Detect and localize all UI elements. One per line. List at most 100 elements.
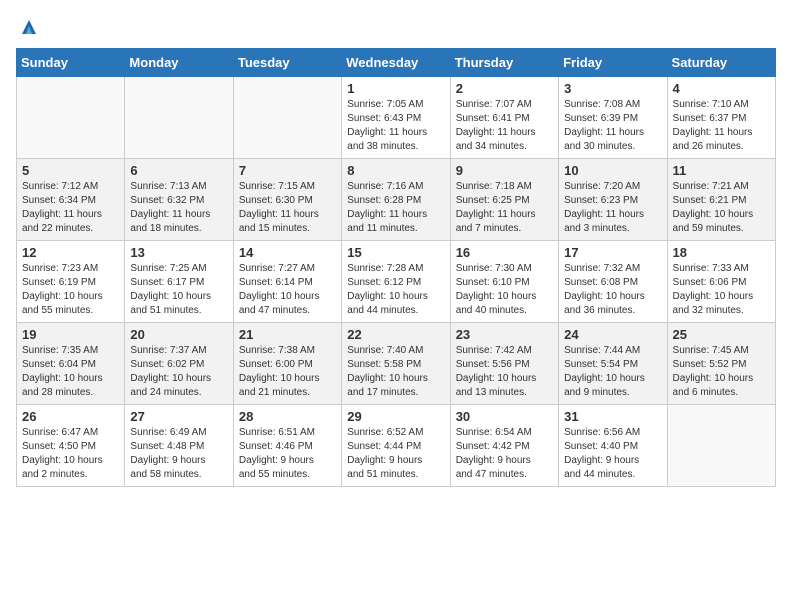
day-number: 6 xyxy=(130,163,227,178)
calendar-cell xyxy=(125,77,233,159)
day-number: 8 xyxy=(347,163,444,178)
day-info: Sunrise: 7:05 AM Sunset: 6:43 PM Dayligh… xyxy=(347,98,444,154)
day-number: 22 xyxy=(347,327,444,342)
calendar-cell: 18 Sunrise: 7:33 AM Sunset: 6:06 PM Dayli… xyxy=(667,241,775,323)
day-info: Sunrise: 7:45 AM Sunset: 5:52 PM Dayligh… xyxy=(673,344,770,400)
calendar-cell: 11 Sunrise: 7:21 AM Sunset: 6:21 PM Dayli… xyxy=(667,159,775,241)
day-info: Sunrise: 7:25 AM Sunset: 6:17 PM Dayligh… xyxy=(130,262,227,318)
calendar-cell: 28 Sunrise: 6:51 AM Sunset: 4:46 PM Dayli… xyxy=(233,405,341,487)
day-info: Sunrise: 7:18 AM Sunset: 6:25 PM Dayligh… xyxy=(456,180,553,236)
weekday-header-row: SundayMondayTuesdayWednesdayThursdayFrid… xyxy=(17,49,776,77)
calendar-cell: 23 Sunrise: 7:42 AM Sunset: 5:56 PM Dayli… xyxy=(450,323,558,405)
page-header xyxy=(16,16,776,38)
weekday-header-tuesday: Tuesday xyxy=(233,49,341,77)
day-info: Sunrise: 7:44 AM Sunset: 5:54 PM Dayligh… xyxy=(564,344,661,400)
day-info: Sunrise: 6:52 AM Sunset: 4:44 PM Dayligh… xyxy=(347,426,444,482)
day-info: Sunrise: 6:49 AM Sunset: 4:48 PM Dayligh… xyxy=(130,426,227,482)
day-info: Sunrise: 7:08 AM Sunset: 6:39 PM Dayligh… xyxy=(564,98,661,154)
day-number: 26 xyxy=(22,409,119,424)
week-row-3: 12 Sunrise: 7:23 AM Sunset: 6:19 PM Dayli… xyxy=(17,241,776,323)
weekday-header-thursday: Thursday xyxy=(450,49,558,77)
day-number: 15 xyxy=(347,245,444,260)
day-number: 19 xyxy=(22,327,119,342)
day-number: 28 xyxy=(239,409,336,424)
day-number: 18 xyxy=(673,245,770,260)
day-info: Sunrise: 7:32 AM Sunset: 6:08 PM Dayligh… xyxy=(564,262,661,318)
calendar-cell: 21 Sunrise: 7:38 AM Sunset: 6:00 PM Dayli… xyxy=(233,323,341,405)
calendar: SundayMondayTuesdayWednesdayThursdayFrid… xyxy=(16,48,776,487)
calendar-cell: 3 Sunrise: 7:08 AM Sunset: 6:39 PM Daylig… xyxy=(559,77,667,159)
calendar-cell: 5 Sunrise: 7:12 AM Sunset: 6:34 PM Daylig… xyxy=(17,159,125,241)
day-number: 4 xyxy=(673,81,770,96)
day-info: Sunrise: 7:38 AM Sunset: 6:00 PM Dayligh… xyxy=(239,344,336,400)
day-number: 30 xyxy=(456,409,553,424)
day-number: 2 xyxy=(456,81,553,96)
calendar-cell: 4Sunrise: 7:10 AM Sunset: 6:37 PM Daylig… xyxy=(667,77,775,159)
day-info: Sunrise: 7:16 AM Sunset: 6:28 PM Dayligh… xyxy=(347,180,444,236)
day-info: Sunrise: 7:20 AM Sunset: 6:23 PM Dayligh… xyxy=(564,180,661,236)
week-row-2: 5 Sunrise: 7:12 AM Sunset: 6:34 PM Daylig… xyxy=(17,159,776,241)
day-number: 1 xyxy=(347,81,444,96)
day-info: Sunrise: 7:21 AM Sunset: 6:21 PM Dayligh… xyxy=(673,180,770,236)
calendar-cell: 10 Sunrise: 7:20 AM Sunset: 6:23 PM Dayli… xyxy=(559,159,667,241)
calendar-cell: 22 Sunrise: 7:40 AM Sunset: 5:58 PM Dayli… xyxy=(342,323,450,405)
day-number: 23 xyxy=(456,327,553,342)
weekday-header-friday: Friday xyxy=(559,49,667,77)
day-number: 7 xyxy=(239,163,336,178)
day-info: Sunrise: 7:33 AM Sunset: 6:06 PM Dayligh… xyxy=(673,262,770,318)
calendar-cell: 31 Sunrise: 6:56 AM Sunset: 4:40 PM Dayli… xyxy=(559,405,667,487)
day-number: 21 xyxy=(239,327,336,342)
calendar-cell: 7Sunrise: 7:15 AM Sunset: 6:30 PM Daylig… xyxy=(233,159,341,241)
day-info: Sunrise: 7:13 AM Sunset: 6:32 PM Dayligh… xyxy=(130,180,227,236)
week-row-4: 19Sunrise: 7:35 AM Sunset: 6:04 PM Dayli… xyxy=(17,323,776,405)
calendar-cell: 27Sunrise: 6:49 AM Sunset: 4:48 PM Dayli… xyxy=(125,405,233,487)
calendar-cell: 12 Sunrise: 7:23 AM Sunset: 6:19 PM Dayli… xyxy=(17,241,125,323)
day-info: Sunrise: 7:42 AM Sunset: 5:56 PM Dayligh… xyxy=(456,344,553,400)
calendar-cell: 17 Sunrise: 7:32 AM Sunset: 6:08 PM Dayli… xyxy=(559,241,667,323)
day-info: Sunrise: 7:23 AM Sunset: 6:19 PM Dayligh… xyxy=(22,262,119,318)
day-number: 9 xyxy=(456,163,553,178)
day-number: 14 xyxy=(239,245,336,260)
logo xyxy=(16,16,40,38)
day-number: 31 xyxy=(564,409,661,424)
calendar-cell: 2 Sunrise: 7:07 AM Sunset: 6:41 PM Daylig… xyxy=(450,77,558,159)
day-number: 12 xyxy=(22,245,119,260)
day-info: Sunrise: 6:51 AM Sunset: 4:46 PM Dayligh… xyxy=(239,426,336,482)
day-info: Sunrise: 7:27 AM Sunset: 6:14 PM Dayligh… xyxy=(239,262,336,318)
day-info: Sunrise: 6:56 AM Sunset: 4:40 PM Dayligh… xyxy=(564,426,661,482)
day-info: Sunrise: 7:12 AM Sunset: 6:34 PM Dayligh… xyxy=(22,180,119,236)
week-row-5: 26 Sunrise: 6:47 AM Sunset: 4:50 PM Dayli… xyxy=(17,405,776,487)
calendar-cell: 1 Sunrise: 7:05 AM Sunset: 6:43 PM Daylig… xyxy=(342,77,450,159)
day-number: 5 xyxy=(22,163,119,178)
logo-icon xyxy=(18,16,40,38)
day-number: 3 xyxy=(564,81,661,96)
calendar-cell: 15 Sunrise: 7:28 AM Sunset: 6:12 PM Dayli… xyxy=(342,241,450,323)
weekday-header-monday: Monday xyxy=(125,49,233,77)
day-info: Sunrise: 6:47 AM Sunset: 4:50 PM Dayligh… xyxy=(22,426,119,482)
calendar-cell: 14 Sunrise: 7:27 AM Sunset: 6:14 PM Dayli… xyxy=(233,241,341,323)
day-number: 17 xyxy=(564,245,661,260)
day-info: Sunrise: 7:40 AM Sunset: 5:58 PM Dayligh… xyxy=(347,344,444,400)
calendar-cell: 29 Sunrise: 6:52 AM Sunset: 4:44 PM Dayli… xyxy=(342,405,450,487)
calendar-cell xyxy=(17,77,125,159)
weekday-header-wednesday: Wednesday xyxy=(342,49,450,77)
day-number: 25 xyxy=(673,327,770,342)
calendar-cell: 30 Sunrise: 6:54 AM Sunset: 4:42 PM Dayli… xyxy=(450,405,558,487)
day-info: Sunrise: 7:28 AM Sunset: 6:12 PM Dayligh… xyxy=(347,262,444,318)
calendar-cell: 19Sunrise: 7:35 AM Sunset: 6:04 PM Dayli… xyxy=(17,323,125,405)
day-number: 10 xyxy=(564,163,661,178)
day-number: 16 xyxy=(456,245,553,260)
calendar-cell: 24 Sunrise: 7:44 AM Sunset: 5:54 PM Dayli… xyxy=(559,323,667,405)
day-number: 11 xyxy=(673,163,770,178)
calendar-cell: 6 Sunrise: 7:13 AM Sunset: 6:32 PM Daylig… xyxy=(125,159,233,241)
calendar-cell xyxy=(667,405,775,487)
day-number: 24 xyxy=(564,327,661,342)
day-number: 20 xyxy=(130,327,227,342)
calendar-cell: 25 Sunrise: 7:45 AM Sunset: 5:52 PM Dayli… xyxy=(667,323,775,405)
day-info: Sunrise: 7:07 AM Sunset: 6:41 PM Dayligh… xyxy=(456,98,553,154)
day-number: 13 xyxy=(130,245,227,260)
day-info: Sunrise: 7:30 AM Sunset: 6:10 PM Dayligh… xyxy=(456,262,553,318)
day-number: 29 xyxy=(347,409,444,424)
week-row-1: 1 Sunrise: 7:05 AM Sunset: 6:43 PM Daylig… xyxy=(17,77,776,159)
day-info: Sunrise: 6:54 AM Sunset: 4:42 PM Dayligh… xyxy=(456,426,553,482)
